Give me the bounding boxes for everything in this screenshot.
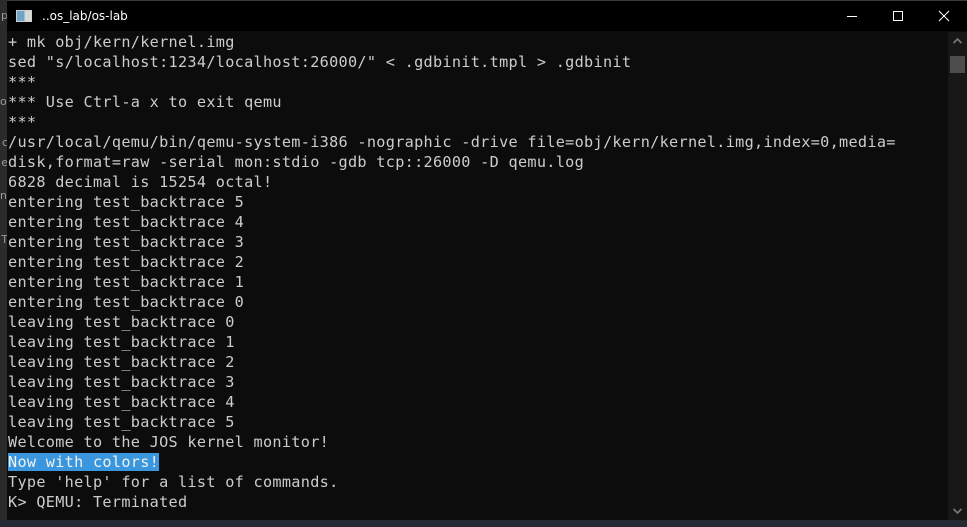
maximize-icon xyxy=(893,11,903,21)
terminal-line: *** xyxy=(8,113,37,131)
title-bar[interactable]: ..os_lab/os-lab xyxy=(7,1,967,31)
window-title: ..os_lab/os-lab xyxy=(42,9,128,23)
console-icon[interactable] xyxy=(16,10,32,22)
terminal-line: leaving test_backtrace 3 xyxy=(8,373,235,391)
selected-text[interactable]: Now with colors! xyxy=(8,453,160,471)
scroll-down-button[interactable] xyxy=(948,502,967,520)
terminal-line: 6828 decimal is 15254 octal! xyxy=(8,173,273,191)
scroll-up-button[interactable] xyxy=(948,32,967,50)
terminal-window: ..os_lab/os-lab + mk obj/kern/kernel.img… xyxy=(7,0,967,520)
terminal-line: entering test_backtrace 1 xyxy=(8,273,245,291)
terminal-line: entering test_backtrace 5 xyxy=(8,193,245,211)
terminal-line: entering test_backtrace 4 xyxy=(8,213,245,231)
terminal-line: K> QEMU: Terminated xyxy=(8,493,188,511)
terminal-line: Now with colors! xyxy=(8,452,946,472)
terminal-line: disk,format=raw -serial mon:stdio -gdb t… xyxy=(8,153,585,171)
terminal-output[interactable]: + mk obj/kern/kernel.img sed "s/localhost… xyxy=(8,32,946,520)
terminal-line: /usr/local/qemu/bin/qemu-system-i386 -no… xyxy=(8,133,896,151)
chevron-down-icon xyxy=(953,508,962,514)
close-button[interactable] xyxy=(921,1,967,31)
terminal-line: leaving test_backtrace 0 xyxy=(8,313,235,331)
close-icon xyxy=(938,10,950,22)
terminal-line: sed "s/localhost:1234/localhost:26000/" … xyxy=(8,53,632,71)
terminal-line: leaving test_backtrace 5 xyxy=(8,413,235,431)
terminal-line: Welcome to the JOS kernel monitor! xyxy=(8,433,330,451)
terminal-line: leaving test_backtrace 4 xyxy=(8,393,235,411)
maximize-button[interactable] xyxy=(875,1,921,31)
terminal-line: entering test_backtrace 3 xyxy=(8,233,245,251)
terminal-line: *** xyxy=(8,73,37,91)
terminal-line: leaving test_backtrace 1 xyxy=(8,333,235,351)
terminal-line: entering test_backtrace 2 xyxy=(8,253,245,271)
scroll-thumb[interactable] xyxy=(950,56,965,73)
chevron-up-icon xyxy=(953,38,962,44)
terminal-line: entering test_backtrace 0 xyxy=(8,293,245,311)
background-desktop-strip xyxy=(0,520,967,527)
minimize-button[interactable] xyxy=(829,1,875,31)
minimize-icon xyxy=(847,16,857,17)
terminal-line: Type 'help' for a list of commands. xyxy=(8,473,339,491)
terminal-line: *** Use Ctrl-a x to exit qemu xyxy=(8,93,282,111)
terminal-line: leaving test_backtrace 2 xyxy=(8,353,235,371)
window-controls xyxy=(829,1,967,31)
terminal-line: + mk obj/kern/kernel.img xyxy=(8,33,235,51)
vertical-scrollbar[interactable] xyxy=(948,32,967,520)
